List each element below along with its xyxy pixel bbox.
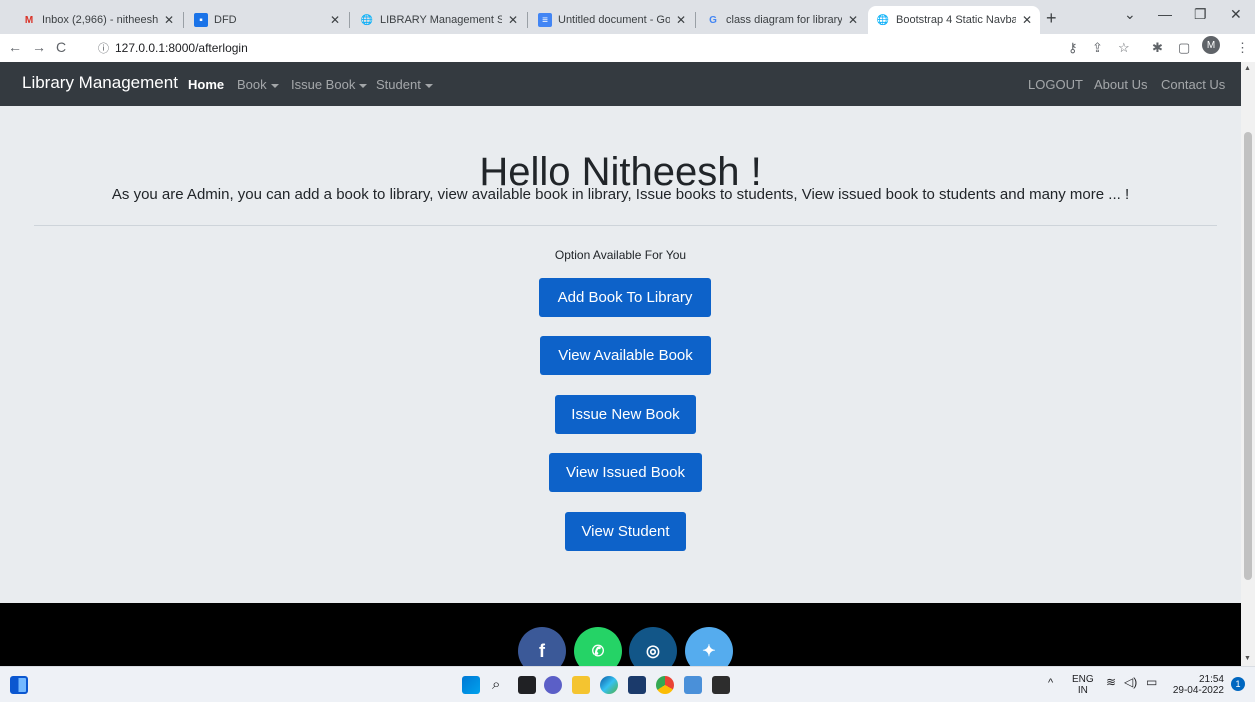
volume-icon[interactable]: ◁)	[1124, 676, 1137, 688]
lang-bottom: IN	[1077, 685, 1088, 696]
nav-contact-us[interactable]: Contact Us	[1161, 77, 1225, 92]
notepad-icon[interactable]	[684, 676, 702, 694]
extensions-icon[interactable]: ✱	[1152, 40, 1163, 56]
divider	[34, 225, 1217, 226]
close-icon[interactable]: ✕	[164, 13, 174, 27]
page-viewport: Library Management Home Book Issue Book …	[0, 62, 1241, 666]
add-book-button[interactable]: Add Book To Library	[539, 278, 711, 317]
scrollbar-thumb[interactable]	[1244, 132, 1252, 580]
terminal-icon[interactable]	[712, 676, 730, 694]
caret-down-icon	[424, 83, 433, 88]
close-icon[interactable]: ✕	[848, 13, 858, 27]
battery-icon[interactable]: ▭	[1146, 676, 1157, 688]
clock-date: 29-04-2022	[1172, 685, 1224, 696]
page-subtitle: As you are Admin, you can add a book to …	[111, 186, 1130, 203]
clock[interactable]: 21:54 29-04-2022	[1166, 674, 1224, 696]
tab-title: LIBRARY Management Syst	[380, 14, 502, 26]
url-input[interactable]: ⓘ 127.0.0.1:8000/afterlogin	[98, 36, 1058, 60]
close-icon[interactable]: ✕	[508, 13, 518, 27]
edge-icon[interactable]	[600, 676, 618, 694]
nav-home[interactable]: Home	[188, 77, 224, 92]
caret-down-icon	[270, 83, 279, 88]
issue-new-book-button[interactable]: Issue New Book	[555, 395, 696, 434]
tab-bootstrap-navbar[interactable]: 🌐 Bootstrap 4 Static Navbar ✕	[868, 6, 1040, 34]
nav-logout[interactable]: LOGOUT	[1028, 77, 1083, 92]
teams-chat-icon[interactable]	[544, 676, 562, 694]
close-window-icon[interactable]: ✕	[1230, 6, 1242, 23]
nav-issue-book-dropdown[interactable]: Issue Book	[291, 77, 368, 92]
clock-time: 21:54	[1198, 674, 1224, 685]
nav-book-dropdown[interactable]: Book	[237, 77, 279, 92]
options-label: Option Available For You	[554, 248, 687, 262]
tab-title: Untitled document - Googl	[558, 14, 670, 26]
menu-dots-icon[interactable]: ⋮	[1236, 40, 1249, 56]
sidepanel-icon[interactable]: ▢	[1178, 40, 1190, 56]
key-icon[interactable]: ⚷	[1068, 40, 1078, 56]
store-icon[interactable]	[628, 676, 646, 694]
back-arrow-icon[interactable]: ←	[8, 39, 22, 55]
globe-icon: 🌐	[360, 14, 374, 26]
site-navbar: Library Management Home Book Issue Book …	[0, 62, 1241, 106]
tab-class-diagram[interactable]: G class diagram for library m ✕	[698, 6, 866, 34]
widgets-icon[interactable]	[10, 676, 28, 694]
profile-avatar[interactable]: M	[1202, 36, 1220, 54]
file-explorer-icon[interactable]	[572, 676, 590, 694]
view-student-button[interactable]: View Student	[565, 512, 686, 551]
nav-issue-book-label: Issue Book	[291, 77, 356, 92]
language-indicator[interactable]: ENG IN	[1072, 674, 1094, 696]
search-icon[interactable]: ⌕	[492, 676, 510, 694]
close-icon[interactable]: ✕	[1022, 13, 1032, 27]
caret-down-icon	[359, 83, 368, 88]
share-icon[interactable]: ⇪	[1092, 40, 1103, 56]
tab-title: class diagram for library m	[726, 14, 842, 26]
windows-taskbar: ⌕ ^ ENG IN ≋ ◁) ▭ 21:54 29-04-2022	[0, 666, 1255, 702]
google-icon: G	[709, 14, 717, 26]
task-view-icon[interactable]	[518, 676, 536, 694]
chevron-up-icon[interactable]: ^	[1048, 678, 1053, 689]
reload-icon[interactable]: C	[56, 39, 66, 55]
lang-top: ENG	[1072, 674, 1094, 685]
nav-about-us[interactable]: About Us	[1094, 77, 1147, 92]
tab-library-system[interactable]: 🌐 LIBRARY Management Syst ✕	[352, 6, 526, 34]
notification-badge[interactable]: 1	[1231, 677, 1245, 691]
windows-start-icon[interactable]	[462, 676, 480, 694]
url-text: 127.0.0.1:8000/afterlogin	[115, 41, 248, 55]
view-available-book-button[interactable]: View Available Book	[540, 336, 711, 375]
draw-icon: ▪	[194, 13, 208, 27]
nav-student-dropdown[interactable]: Student	[376, 77, 433, 92]
tab-dfd-close[interactable]: ✕	[300, 6, 348, 34]
chevron-down-icon[interactable]: ⌄	[1124, 6, 1136, 23]
chrome-icon[interactable]	[656, 676, 674, 694]
close-icon[interactable]: ✕	[676, 13, 686, 27]
address-bar-row: ← → C ⓘ 127.0.0.1:8000/afterlogin ⚷ ⇪ ☆ …	[0, 34, 1255, 62]
gmail-icon: M	[24, 14, 34, 26]
view-issued-book-button[interactable]: View Issued Book	[549, 453, 702, 492]
forward-arrow-icon[interactable]: →	[32, 39, 46, 55]
browser-tab-strip: M Inbox (2,966) - nitheesh_m ✕ ▪ DFD ✕ 🌐…	[0, 0, 1255, 34]
tab-title: Bootstrap 4 Static Navbar	[896, 14, 1016, 26]
scroll-down-icon[interactable]: ▼	[1244, 655, 1251, 662]
info-icon[interactable]: ⓘ	[98, 40, 109, 56]
restore-icon[interactable]: ❐	[1194, 6, 1207, 23]
star-icon[interactable]: ☆	[1118, 40, 1130, 56]
close-icon[interactable]: ✕	[330, 13, 340, 27]
globe-icon: 🌐	[876, 14, 890, 26]
tab-title: Inbox (2,966) - nitheesh_m	[42, 14, 158, 26]
minimize-icon[interactable]: —	[1158, 6, 1172, 22]
page-scrollbar[interactable]: ▲ ▼	[1241, 62, 1255, 666]
scroll-up-icon[interactable]: ▲	[1244, 65, 1251, 72]
navbar-brand[interactable]: Library Management	[22, 73, 178, 93]
tab-google-doc[interactable]: ≡ Untitled document - Googl ✕	[530, 6, 694, 34]
tab-gmail[interactable]: M Inbox (2,966) - nitheesh_m ✕	[14, 6, 182, 34]
wifi-icon[interactable]: ≋	[1106, 676, 1116, 688]
new-tab-button[interactable]: +	[1046, 8, 1057, 29]
docs-icon: ≡	[538, 13, 552, 27]
nav-student-label: Student	[376, 77, 421, 92]
nav-book-label: Book	[237, 77, 267, 92]
